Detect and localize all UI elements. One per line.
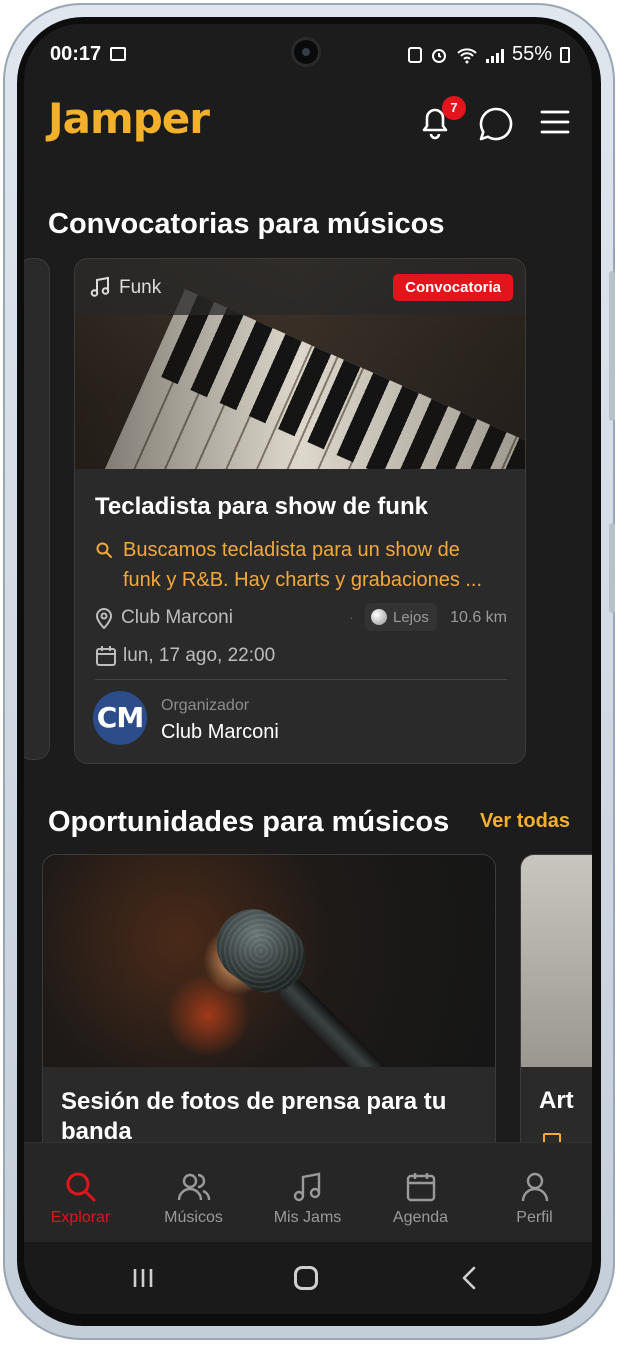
power-button	[609, 523, 615, 613]
menu-icon[interactable]	[540, 108, 570, 136]
opportunity-image	[521, 855, 592, 1067]
section-title-calls: Convocatorias para músicos	[48, 208, 445, 240]
organizer-avatar[interactable]: CM	[93, 691, 147, 745]
users-icon	[177, 1173, 210, 1201]
screen: 00:17 55% Jamper 7 Convocatorias para mú…	[24, 24, 592, 1314]
call-card[interactable]: Funk Convocatoria Tecladista para show d…	[74, 258, 526, 764]
see-all-link[interactable]: Ver todas	[480, 810, 570, 833]
opportunity-title: Art	[539, 1087, 574, 1114]
status-time: 00:17	[50, 43, 102, 65]
music-note-icon	[90, 276, 110, 297]
user-icon	[521, 1172, 548, 1202]
nav-label: Agenda	[392, 1209, 449, 1226]
nav-label: Explorar	[50, 1209, 111, 1226]
system-nav-bar	[24, 1242, 592, 1314]
venue-name: Club Marconi	[121, 607, 233, 628]
app-logo[interactable]: Jamper	[48, 94, 210, 143]
nav-label: Músicos	[164, 1209, 223, 1226]
call-datetime: lun, 17 ago, 22:00	[123, 645, 276, 666]
nav-musicians[interactable]: Músicos	[137, 1143, 250, 1243]
chat-icon[interactable]	[476, 104, 516, 144]
call-title: Tecladista para show de funk	[95, 493, 428, 520]
search-icon	[66, 1172, 95, 1202]
music-note-icon	[293, 1172, 320, 1202]
battery-percent: 55%	[511, 43, 552, 65]
status-icons: 55%	[407, 43, 570, 66]
distance-ball-icon	[371, 609, 387, 625]
calendar-icon	[96, 646, 116, 666]
search-icon	[96, 542, 112, 558]
sim-icon	[407, 46, 422, 63]
calendar-icon	[406, 1173, 435, 1202]
volume-button	[609, 271, 615, 421]
microphone-image	[43, 855, 495, 1067]
call-badge: Convocatoria	[393, 274, 513, 301]
nav-explore[interactable]: Explorar	[24, 1143, 137, 1243]
nav-label: Perfil	[516, 1209, 553, 1226]
nav-agenda[interactable]: Agenda	[364, 1143, 477, 1243]
home-button[interactable]	[294, 1266, 318, 1290]
app-bar: Jamper 7	[24, 92, 592, 158]
battery-icon	[560, 46, 570, 63]
organizer-name[interactable]: Club Marconi	[161, 721, 279, 744]
alarm-icon	[431, 48, 446, 63]
call-description: Buscamos tecladista para un show de funk…	[123, 539, 483, 591]
back-icon[interactable]	[460, 1266, 478, 1290]
recent-apps-icon[interactable]	[132, 1268, 154, 1288]
nav-profile[interactable]: Perfil	[478, 1143, 591, 1243]
nav-label: Mis Jams	[273, 1209, 342, 1226]
opportunity-title: Sesión de fotos de prensa para tu banda	[61, 1088, 447, 1145]
organizer-label: Organizador	[161, 697, 250, 714]
wifi-icon	[457, 47, 477, 63]
opportunity-card-next[interactable]: Art	[520, 854, 592, 1176]
genre-label: Funk	[119, 277, 162, 298]
distance-pill: Lejos	[365, 603, 437, 631]
bottom-nav: Explorar Músicos Mis Jams Agenda Perfil	[24, 1142, 592, 1243]
divider	[95, 679, 507, 680]
separator-dot: ·	[349, 609, 354, 625]
nav-my-jams[interactable]: Mis Jams	[251, 1143, 364, 1243]
previous-call-card[interactable]	[24, 258, 50, 760]
opportunity-card[interactable]: Sesión de fotos de prensa para tu banda	[42, 854, 496, 1176]
section-title-opportunities: Oportunidades para músicos	[48, 806, 450, 838]
gallery-notification-icon	[110, 47, 126, 61]
location-pin-icon	[95, 608, 113, 629]
notification-badge: 7	[442, 96, 466, 120]
status-bar: 00:17 55%	[24, 38, 592, 74]
signal-icon	[485, 47, 504, 63]
distance-label: Lejos	[393, 608, 429, 626]
distance-value: 10.6 km	[450, 609, 507, 626]
